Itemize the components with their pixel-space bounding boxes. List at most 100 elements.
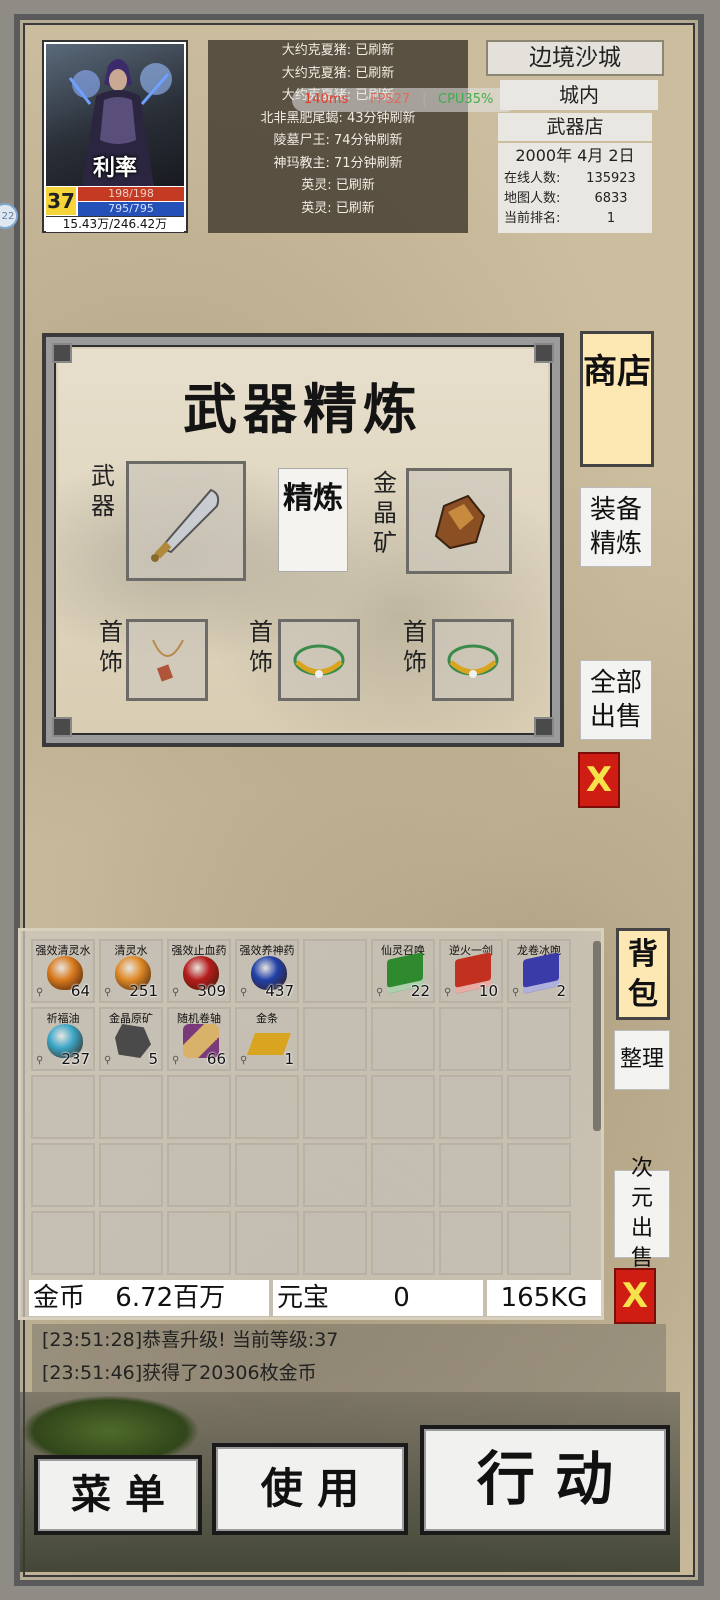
inventory-slot[interactable]: [31, 1143, 95, 1207]
inventory-bag: 强效清灵水 ⚲ 64 清灵水 ⚲ 251 强效止血药 ⚲ 309 强效养神药 ⚲ 437 仙灵召唤 ⚲ 22…: [18, 928, 604, 1320]
inventory-slot[interactable]: [99, 1211, 163, 1275]
item-count: 64: [70, 982, 90, 1000]
jewelry-slot[interactable]: [126, 619, 208, 701]
panel-corner: [52, 343, 72, 363]
info-row: 在线人数: 135923: [498, 169, 652, 189]
currency-bar: 金币 6.72百万 元宝 0 165KG: [29, 1280, 601, 1316]
jewelry-slot[interactable]: [278, 619, 360, 701]
perf-divider: |: [422, 92, 427, 107]
menu-button[interactable]: 菜 单: [34, 1455, 202, 1535]
inventory-slot[interactable]: 金晶原矿 ⚲ 5: [99, 1007, 163, 1071]
inventory-slot[interactable]: [167, 1075, 231, 1139]
ingot-display: 元宝 0: [273, 1280, 483, 1316]
player-avatar: 利率: [46, 44, 184, 186]
inventory-slot[interactable]: [439, 1075, 503, 1139]
region-name[interactable]: 边境沙城: [486, 40, 664, 76]
inventory-slot[interactable]: 强效养神药 ⚲ 437: [235, 939, 299, 1003]
inventory-slot[interactable]: [507, 1007, 571, 1071]
sell-all-label: 全部出售: [589, 668, 642, 732]
fps-readout: FPS27: [370, 92, 411, 107]
broadsword-icon: [151, 488, 220, 562]
lock-icon: ⚲: [240, 987, 248, 998]
shop-name[interactable]: 武器店: [498, 113, 652, 141]
mp-bar: 795/795: [78, 202, 184, 216]
refine-button[interactable]: 精炼: [278, 468, 348, 572]
inventory-slot[interactable]: [303, 939, 367, 1003]
equip-refine-button[interactable]: 装备精炼: [580, 487, 652, 567]
inventory-slot[interactable]: [99, 1143, 163, 1207]
inventory-slot[interactable]: 祈福油 ⚲ 237: [31, 1007, 95, 1071]
lock-icon: ⚲: [172, 987, 180, 998]
trees-decoration: [20, 1395, 200, 1455]
inventory-slot[interactable]: [303, 1143, 367, 1207]
inventory-slot[interactable]: [235, 1075, 299, 1139]
inventory-slot[interactable]: 龙卷冰咆 ⚲ 2: [507, 939, 571, 1003]
inventory-slot[interactable]: [371, 1075, 435, 1139]
inventory-slot[interactable]: [31, 1211, 95, 1275]
inventory-slot[interactable]: [371, 1211, 435, 1275]
inventory-slot[interactable]: 强效清灵水 ⚲ 64: [31, 939, 95, 1003]
inventory-slot[interactable]: [439, 1007, 503, 1071]
gold-necklace-icon: [447, 644, 499, 678]
jewelry-slot[interactable]: [432, 619, 514, 701]
sort-button[interactable]: 整理: [614, 1030, 670, 1090]
exp-bar: 15.43万/246.42万: [46, 216, 184, 232]
lock-icon: ⚲: [36, 1055, 44, 1066]
inventory-slot[interactable]: 随机卷轴 ⚲ 66: [167, 1007, 231, 1071]
ore-slot[interactable]: [406, 468, 512, 574]
gold-necklace-icon: [293, 644, 345, 678]
weapon-slot[interactable]: [126, 461, 246, 581]
inventory-slot[interactable]: [371, 1007, 435, 1071]
inventory-slot[interactable]: [167, 1211, 231, 1275]
inventory-slot[interactable]: [99, 1075, 163, 1139]
weapon-label: 武器: [91, 462, 115, 520]
hp-bar: 198/198: [78, 187, 184, 201]
inventory-slot[interactable]: [303, 1211, 367, 1275]
inventory-slot[interactable]: [439, 1211, 503, 1275]
info-value: 1: [606, 211, 616, 226]
action-button[interactable]: 行 动: [420, 1425, 670, 1535]
weight-display: 165KG: [487, 1280, 601, 1316]
inventory-slot[interactable]: 强效止血药 ⚲ 309: [167, 939, 231, 1003]
item-count: 437: [265, 982, 294, 1000]
gold-display: 金币 6.72百万: [29, 1280, 269, 1316]
inventory-slot[interactable]: [303, 1007, 367, 1071]
inventory-slot[interactable]: [235, 1211, 299, 1275]
boss-refresh-panel[interactable]: 大约克夏猪: 已刷新 大约克夏猪: 已刷新 大约克夏猪: 已刷新 北非黑肥尾蝎:…: [208, 40, 468, 233]
gold-value: 6.72百万: [115, 1283, 226, 1313]
cpu-readout: CPU35%: [438, 92, 494, 107]
equip-refine-label: 装备精炼: [589, 495, 642, 559]
inventory-slot[interactable]: [235, 1143, 299, 1207]
inventory-scrollbar[interactable]: [593, 941, 601, 1131]
inventory-slot[interactable]: [31, 1075, 95, 1139]
boss-line: 大约克夏猪: 已刷新: [281, 65, 395, 81]
sort-label: 整理: [619, 1047, 664, 1072]
ping-readout: 140ms: [304, 92, 349, 107]
shop-button[interactable]: 商店: [580, 331, 654, 467]
inventory-slot[interactable]: 金条 ⚲ 1: [235, 1007, 299, 1071]
inventory-slot[interactable]: [507, 1211, 571, 1275]
bag-tab-button[interactable]: 背包: [616, 928, 670, 1020]
refine-title: 武器精炼: [183, 377, 423, 441]
ingot-label: 元宝: [277, 1283, 330, 1313]
inventory-slot[interactable]: [167, 1143, 231, 1207]
inventory-slot[interactable]: [303, 1075, 367, 1139]
close-refine-button[interactable]: X: [578, 752, 620, 808]
inventory-slot[interactable]: [507, 1143, 571, 1207]
boss-line: 神玛教主: 71分钟刷新: [273, 155, 403, 171]
inventory-slot[interactable]: 清灵水 ⚲ 251: [99, 939, 163, 1003]
dimension-sell-button[interactable]: 次元出售: [614, 1156, 670, 1271]
item-name: 金晶原矿: [109, 1012, 153, 1025]
inventory-slot[interactable]: 逆火一剑 ⚲ 10: [439, 939, 503, 1003]
close-bag-button[interactable]: X: [614, 1268, 656, 1324]
inventory-slot[interactable]: [439, 1143, 503, 1207]
inventory-slot[interactable]: 仙灵召唤 ⚲ 22: [371, 939, 435, 1003]
use-button[interactable]: 使 用: [212, 1443, 408, 1535]
inventory-slot[interactable]: [507, 1075, 571, 1139]
area-name[interactable]: 城内: [500, 80, 658, 110]
info-row: 当前排名: 1: [498, 209, 652, 229]
player-name: 利率: [92, 156, 137, 181]
sell-all-button[interactable]: 全部出售: [580, 660, 652, 740]
inventory-slot[interactable]: [371, 1143, 435, 1207]
player-status[interactable]: 利率 37 198/198 795/795 15.43万/246.42万: [42, 40, 188, 233]
